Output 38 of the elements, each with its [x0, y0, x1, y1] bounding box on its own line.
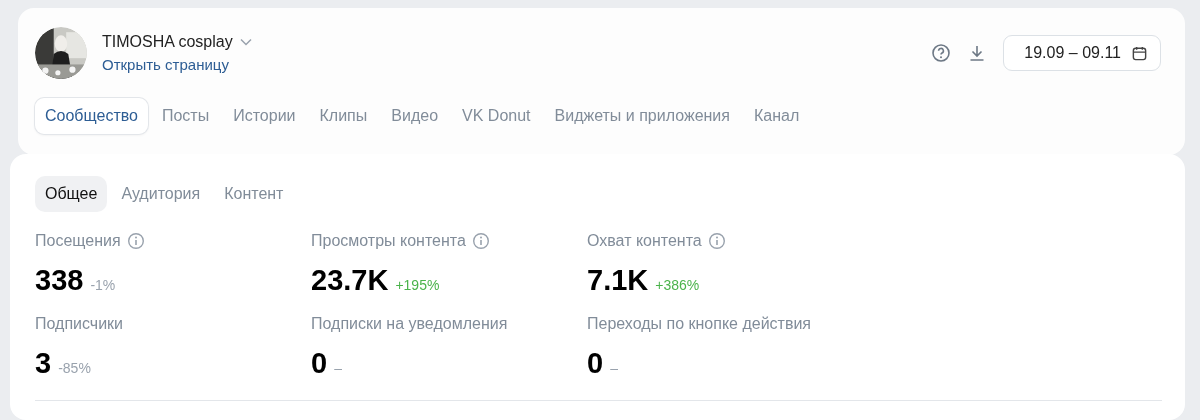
stats-tab[interactable]: Контент [214, 176, 294, 212]
metric-value: 7.1K [587, 264, 649, 297]
stats-tab[interactable]: Общее [35, 176, 108, 212]
section-tab[interactable]: Видео [381, 98, 449, 134]
metric-label: Переходы по кнопке действия [587, 315, 812, 333]
metric-label: Просмотры контента [311, 232, 466, 250]
metric-change: -1% [90, 277, 116, 293]
community-name[interactable]: TIMOSHA cosplay [102, 33, 233, 51]
metric-label: Подписки на уведомления [311, 315, 508, 333]
help-icon[interactable] [931, 43, 952, 63]
metric-change: +386% [655, 277, 700, 293]
metric-change: – [334, 360, 342, 376]
info-icon[interactable] [471, 232, 490, 250]
stats-tab[interactable]: Аудитория [111, 176, 211, 212]
date-range-button[interactable]: 19.09 – 09.11 [1003, 35, 1161, 71]
open-page-link[interactable]: Открыть страницу [102, 56, 252, 73]
info-icon[interactable] [126, 232, 145, 250]
metric-value: 23.7K [311, 264, 389, 297]
section-tab[interactable]: Канал [743, 98, 810, 134]
metric-label: Охват контента [587, 232, 702, 250]
section-tab[interactable]: Сообщество [35, 98, 148, 134]
chevron-down-icon[interactable] [239, 38, 252, 46]
metric-value: 338 [35, 264, 84, 297]
metric-label: Посещения [35, 232, 121, 250]
metric-change: -85% [58, 360, 91, 376]
metric-value: 0 [311, 347, 328, 380]
info-icon[interactable] [707, 232, 726, 250]
metric-value: 0 [587, 347, 604, 380]
metric-change: +195% [395, 277, 440, 293]
section-tab[interactable]: Виджеты и приложения [544, 98, 740, 134]
section-tab[interactable]: Истории [223, 98, 306, 134]
calendar-icon [1131, 44, 1148, 62]
metric-value: 3 [35, 347, 52, 380]
metric-label: Подписчики [35, 315, 123, 333]
section-tab[interactable]: VK Donut [452, 98, 541, 134]
metric-change: – [610, 360, 618, 376]
section-tab[interactable]: Клипы [309, 98, 378, 134]
section-tab[interactable]: Посты [151, 98, 220, 134]
